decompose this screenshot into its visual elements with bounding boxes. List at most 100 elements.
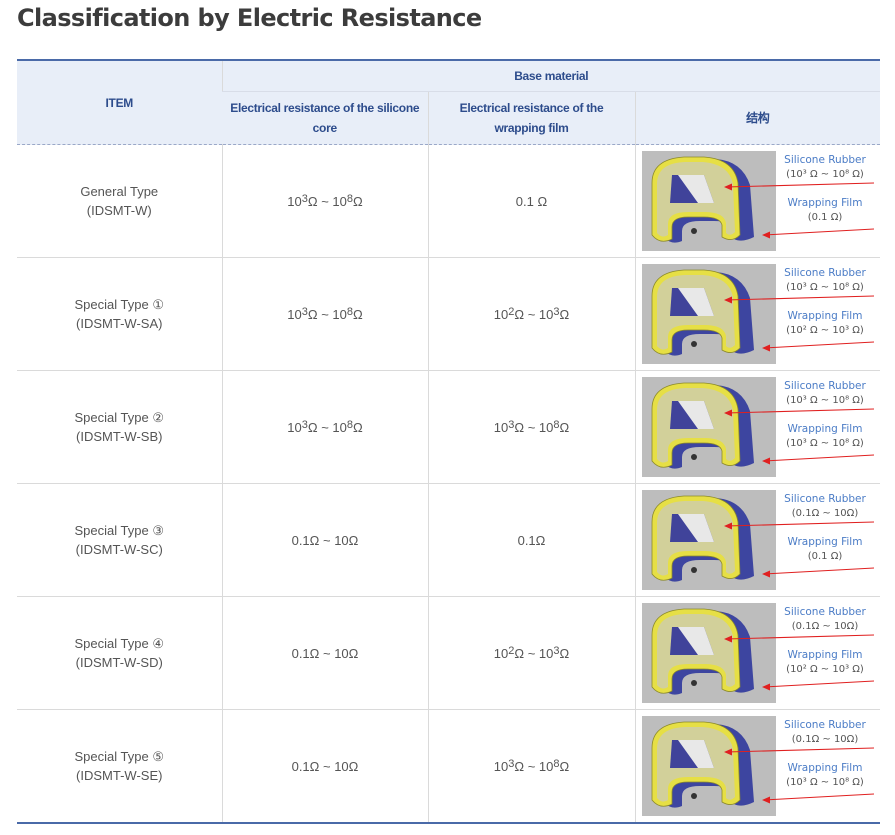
film-value: (10² Ω ~ 10³ Ω) xyxy=(786,664,864,675)
film-resistance-value: 0.1 Ω xyxy=(515,193,548,209)
film-resistance-cell: 102Ω ~ 103Ω xyxy=(427,596,635,710)
structure-cell: Silicone Rubber (10³ Ω ~ 10⁸ Ω) Wrapping… xyxy=(634,370,881,484)
item-cell: Special Type ⑤ (IDSMT-W-SE) xyxy=(17,710,222,824)
cross-section-diagram: Silicone Rubber (10³ Ω ~ 10⁸ Ω) Wrapping… xyxy=(641,264,874,364)
exponent: 8 xyxy=(346,305,353,318)
film-arrow xyxy=(763,793,874,801)
cross-section-diagram: Silicone Rubber (0.1Ω ~ 10Ω) Wrapping Fi… xyxy=(641,716,874,816)
core-resistance-cell: 103Ω ~ 108Ω xyxy=(221,144,428,258)
structure-cell: Silicone Rubber (0.1Ω ~ 10Ω) Wrapping Fi… xyxy=(634,709,881,823)
film-value: (0.1 Ω) xyxy=(807,212,842,223)
item-name: Special Type ③ xyxy=(74,523,164,538)
film-label: Wrapping Film xyxy=(787,310,862,322)
film-label: Wrapping Film xyxy=(787,649,862,661)
item-name: General Type xyxy=(80,184,159,199)
exponent: 3 xyxy=(508,418,515,431)
rubber-value: (10³ Ω ~ 10⁸ Ω) xyxy=(786,395,864,406)
structure-cell: Silicone Rubber (0.1Ω ~ 10Ω) Wrapping Fi… xyxy=(634,483,881,597)
item-code: (IDSMT-W-SA) xyxy=(76,316,163,331)
core-hole xyxy=(690,454,697,460)
exponent: 3 xyxy=(301,418,308,431)
table-row: Special Type ④ (IDSMT-W-SD) 0.1Ω ~ 10Ω 1… xyxy=(17,596,881,710)
table-row: Special Type ③ (IDSMT-W-SC) 0.1Ω ~ 10Ω 0… xyxy=(17,483,881,597)
film-arrow xyxy=(763,454,874,462)
cross-section-diagram: Silicone Rubber (10³ Ω ~ 10⁸ Ω) Wrapping… xyxy=(641,377,874,477)
core-hole xyxy=(690,228,697,234)
header-film-resistance: Electrical resistance of the wrapping fi… xyxy=(427,91,635,145)
film-resistance-value: 103Ω ~ 108Ω xyxy=(493,418,570,435)
core-resistance-value: 0.1Ω ~ 10Ω xyxy=(291,758,359,774)
exponent: 3 xyxy=(508,757,515,770)
exponent: 3 xyxy=(553,644,560,657)
header-structure: 结构 xyxy=(634,91,881,145)
film-label: Wrapping Film xyxy=(787,536,862,548)
core-hole xyxy=(690,341,697,347)
exponent: 3 xyxy=(301,305,308,318)
film-resistance-cell: 102Ω ~ 103Ω xyxy=(427,257,635,371)
film-value: (10³ Ω ~ 10⁸ Ω) xyxy=(786,438,864,449)
film-resistance-cell: 0.1Ω xyxy=(427,483,635,597)
exponent: 8 xyxy=(346,418,353,431)
film-label: Wrapping Film xyxy=(787,197,862,209)
rubber-value: (0.1Ω ~ 10Ω) xyxy=(791,508,858,519)
rubber-value: (0.1Ω ~ 10Ω) xyxy=(791,734,858,745)
exponent: 2 xyxy=(508,644,515,657)
film-label: Wrapping Film xyxy=(787,762,862,774)
cross-section-diagram: Silicone Rubber (10³ Ω ~ 10⁸ Ω) Wrapping… xyxy=(641,151,874,251)
core-hole xyxy=(690,793,697,799)
header-base-material: Base material xyxy=(221,60,881,92)
film-resistance-cell: 103Ω ~ 108Ω xyxy=(427,370,635,484)
film-label: Wrapping Film xyxy=(787,423,862,435)
item-name: Special Type ① xyxy=(74,297,164,312)
rubber-label: Silicone Rubber xyxy=(784,380,866,392)
core-hole xyxy=(690,680,697,686)
film-arrow xyxy=(763,680,874,688)
exponent: 3 xyxy=(553,305,560,318)
item-name: Special Type ④ xyxy=(74,636,164,651)
page-title: Classification by Electric Resistance xyxy=(17,4,482,32)
table-row: General Type (IDSMT-W) 103Ω ~ 108Ω 0.1 Ω xyxy=(17,144,881,258)
structure-cell: Silicone Rubber (10³ Ω ~ 10⁸ Ω) Wrapping… xyxy=(634,257,881,371)
resistance-table: ITEM Base material Electrical resistance… xyxy=(17,59,881,824)
structure-cell: Silicone Rubber (0.1Ω ~ 10Ω) Wrapping Fi… xyxy=(634,596,881,710)
item-cell: General Type (IDSMT-W) xyxy=(17,144,222,258)
item-code: (IDSMT-W-SD) xyxy=(75,655,163,670)
rubber-label: Silicone Rubber xyxy=(784,606,866,618)
core-resistance-value: 103Ω ~ 108Ω xyxy=(287,192,363,209)
item-name: Special Type ⑤ xyxy=(74,749,164,764)
core-resistance-cell: 103Ω ~ 108Ω xyxy=(221,370,428,484)
film-resistance-cell: 103Ω ~ 108Ω xyxy=(427,709,635,823)
exponent: 8 xyxy=(346,192,353,205)
core-resistance-cell: 0.1Ω ~ 10Ω xyxy=(221,596,428,710)
rubber-label: Silicone Rubber xyxy=(784,493,866,505)
item-cell: Special Type ② (IDSMT-W-SB) xyxy=(17,370,222,484)
item-code: (IDSMT-W) xyxy=(86,203,152,218)
exponent: 8 xyxy=(553,418,560,431)
film-arrow xyxy=(763,341,874,349)
core-resistance-cell: 0.1Ω ~ 10Ω xyxy=(221,483,428,597)
film-resistance-value: 0.1Ω xyxy=(517,532,546,548)
table-body: General Type (IDSMT-W) 103Ω ~ 108Ω 0.1 Ω xyxy=(17,144,881,824)
core-resistance-value: 103Ω ~ 108Ω xyxy=(287,418,363,435)
core-hole xyxy=(690,567,697,573)
item-name: Special Type ② xyxy=(74,410,164,425)
core-resistance-value: 0.1Ω ~ 10Ω xyxy=(291,645,359,661)
table-row: Special Type ① (IDSMT-W-SA) 103Ω ~ 108Ω … xyxy=(17,257,881,371)
core-resistance-value: 103Ω ~ 108Ω xyxy=(287,305,363,322)
item-code: (IDSMT-W-SC) xyxy=(75,542,163,557)
item-cell: Special Type ④ (IDSMT-W-SD) xyxy=(17,596,222,710)
film-resistance-value: 102Ω ~ 103Ω xyxy=(493,305,570,322)
cross-section-diagram: Silicone Rubber (0.1Ω ~ 10Ω) Wrapping Fi… xyxy=(641,490,874,590)
item-code: (IDSMT-W-SE) xyxy=(76,768,163,783)
cross-section-diagram: Silicone Rubber (0.1Ω ~ 10Ω) Wrapping Fi… xyxy=(641,603,874,703)
core-resistance-cell: 103Ω ~ 108Ω xyxy=(221,257,428,371)
film-resistance-cell: 0.1 Ω xyxy=(427,144,635,258)
core-resistance-value: 0.1Ω ~ 10Ω xyxy=(291,532,359,548)
item-cell: Special Type ③ (IDSMT-W-SC) xyxy=(17,483,222,597)
rubber-label: Silicone Rubber xyxy=(784,719,866,731)
table-header: ITEM Base material Electrical resistance… xyxy=(17,60,881,145)
rubber-value: (10³ Ω ~ 10⁸ Ω) xyxy=(786,282,864,293)
film-value: (0.1 Ω) xyxy=(807,551,842,562)
rubber-value: (10³ Ω ~ 10⁸ Ω) xyxy=(786,169,864,180)
rubber-label: Silicone Rubber xyxy=(784,154,866,166)
